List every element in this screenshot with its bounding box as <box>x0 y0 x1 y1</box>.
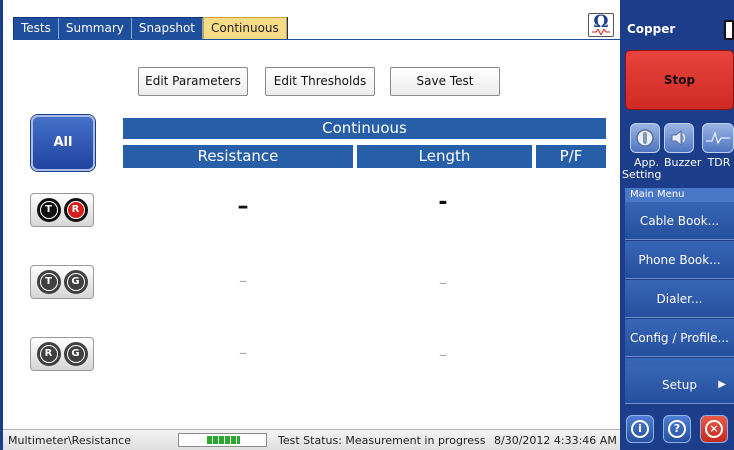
pair-button-tip-ring[interactable]: T R <box>30 193 94 227</box>
resistance-value: – <box>237 194 249 219</box>
speaker-icon[interactable] <box>664 123 694 153</box>
save-test-button[interactable]: Save Test <box>390 67 500 96</box>
tab-snapshot[interactable]: Snapshot <box>132 18 203 39</box>
column-header-pf: P/F <box>536 145 606 168</box>
tab-summary[interactable]: Summary <box>59 18 132 39</box>
length-value: – <box>439 345 447 364</box>
length-value: – <box>439 273 447 292</box>
menu-item-phone-book[interactable]: Phone Book... <box>625 241 734 279</box>
tab-list: Tests Summary Snapshot Continuous <box>13 17 288 40</box>
timestamp: 8/30/2012 4:33:46 AM <box>494 434 617 447</box>
test-status-text: Test Status: Measurement in progress <box>278 434 486 447</box>
all-pairs-button[interactable]: All Pairs <box>31 115 95 202</box>
progress-fill <box>207 436 240 444</box>
edit-parameters-button[interactable]: Edit Parameters <box>138 67 248 96</box>
help-button[interactable]: ? <box>663 415 691 443</box>
battery-icon <box>724 20 734 40</box>
tab-divider <box>13 39 620 40</box>
ring-icon: R <box>36 342 61 366</box>
progress-bar <box>178 433 267 447</box>
setup-label: Setup <box>662 378 697 392</box>
info-button[interactable]: i <box>626 415 654 443</box>
menu-item-config-profile[interactable]: Config / Profile... <box>625 319 734 357</box>
tab-continuous[interactable]: Continuous <box>203 17 287 40</box>
close-button[interactable]: × <box>700 415 728 443</box>
status-bar: Multimeter\Resistance Test Status: Measu… <box>3 429 620 450</box>
menu-item-setup[interactable]: Setup ▶ <box>625 366 734 404</box>
stop-button[interactable]: Stop <box>625 50 734 110</box>
resistance-value: – <box>239 271 247 290</box>
menu-item-cable-book[interactable]: Cable Book... <box>625 202 734 240</box>
right-panel: Copper Stop App. Settings Buzzer TDR Mai… <box>620 0 734 450</box>
tab-tests[interactable]: Tests <box>14 18 59 39</box>
edit-thresholds-button[interactable]: Edit Thresholds <box>265 67 375 96</box>
pair-button-tip-ground[interactable]: T G <box>30 265 94 299</box>
tab-bar: Tests Summary Snapshot Continuous Ω <box>3 0 620 42</box>
chevron-right-icon: ▶ <box>718 379 726 390</box>
wrench-icon[interactable] <box>630 123 660 153</box>
column-header-resistance: Resistance <box>123 145 353 168</box>
ring-icon: R <box>63 198 88 222</box>
waveform-icon <box>592 29 610 35</box>
status-path: Multimeter\Resistance <box>8 434 131 447</box>
pair-button-ring-ground[interactable]: R G <box>30 337 94 371</box>
tip-icon: T <box>36 270 61 294</box>
main-menu-header: Main Menu <box>625 188 734 202</box>
length-value: - <box>438 190 448 215</box>
info-icon: i <box>631 420 649 438</box>
panel-title: Copper <box>627 22 676 36</box>
app-settings-label-line2[interactable]: Settings <box>622 168 662 181</box>
help-icon: ? <box>668 420 686 438</box>
tip-icon: T <box>36 198 61 222</box>
main-area: Tests Summary Snapshot Continuous Ω Edit… <box>0 0 620 450</box>
menu-item-dialer[interactable]: Dialer... <box>625 280 734 318</box>
column-header-length: Length <box>357 145 532 168</box>
waveform-icon[interactable] <box>702 123 734 153</box>
ground-icon: G <box>63 270 88 294</box>
ground-icon: G <box>63 342 88 366</box>
table-title-header: Continuous <box>123 118 606 139</box>
resistance-value: – <box>239 343 247 362</box>
tdr-label[interactable]: TDR <box>706 156 732 169</box>
close-icon: × <box>705 420 723 438</box>
ohm-resistance-icon[interactable]: Ω <box>588 13 614 37</box>
buzzer-label[interactable]: Buzzer <box>664 156 701 169</box>
